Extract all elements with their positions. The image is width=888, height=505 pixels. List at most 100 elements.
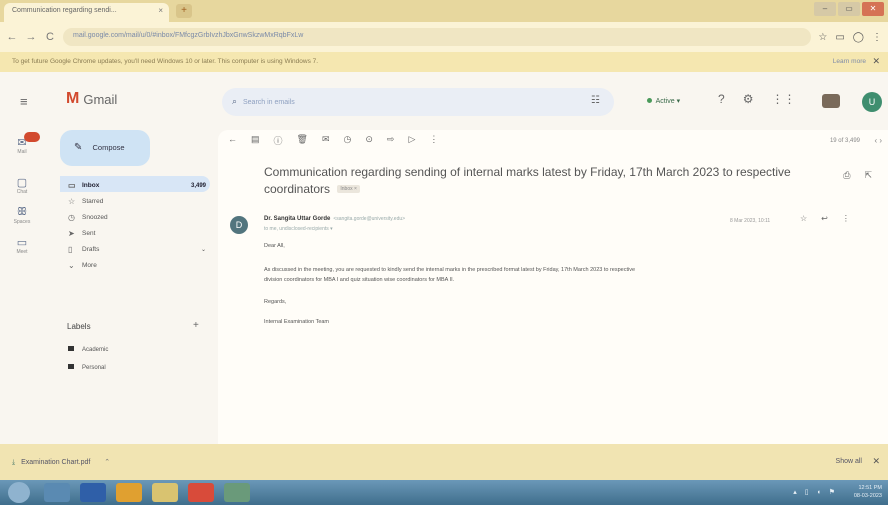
spaces-icon: ꕥ — [16, 206, 28, 218]
search-icon[interactable]: ⌕ — [232, 96, 237, 106]
profile-icon[interactable]: ◯ — [853, 32, 864, 43]
email-regards: Regards, — [264, 299, 287, 305]
forward-button[interactable]: → — [25, 31, 37, 43]
search-options-icon[interactable]: ☷ — [591, 95, 600, 106]
chevron-down-icon: ⌄ — [68, 261, 75, 270]
move-to-icon[interactable]: ⇨ — [387, 134, 395, 147]
sidepanel-icon[interactable]: ▭ — [835, 32, 844, 43]
sender-line: Dr. Sangita Uttar Gorde <sangita.gorde@un… — [264, 216, 405, 222]
archive-icon[interactable]: ▤ — [251, 134, 260, 147]
organization-logo[interactable] — [822, 94, 840, 108]
open-new-window-icon[interactable]: ⇱ — [864, 170, 872, 181]
pagination-count: 19 of 3,499 — [829, 138, 860, 144]
rail-label: Mail — [17, 149, 27, 155]
main-menu-icon[interactable]: ≡ — [20, 94, 28, 109]
email-greeting: Dear All, — [264, 243, 285, 249]
print-icon[interactable]: ⎙ — [843, 170, 850, 181]
apps-grid-icon[interactable]: ⋮⋮ — [771, 92, 795, 106]
sender-name[interactable]: Dr. Sangita Uttar Gorde — [264, 216, 330, 222]
minimize-button[interactable]: – — [814, 2, 836, 16]
taskbar-photos-icon[interactable] — [224, 483, 250, 502]
rail-spaces[interactable]: ꕥ Spaces — [0, 206, 44, 225]
more-options-icon[interactable]: ⋮ — [429, 134, 438, 147]
show-all-button[interactable]: Show all — [836, 458, 862, 465]
message-toolbar: ← ▤ ⓘ 🗑 ✉ ◷ ⊙ ⇨ ▷ ⋮ — [228, 134, 438, 147]
start-button[interactable] — [8, 482, 30, 503]
url-field[interactable]: mail.google.com/mail/u/0/#inbox/FMfcgzGr… — [63, 28, 812, 46]
delete-icon[interactable]: 🗑 — [297, 134, 308, 147]
back-to-inbox-icon[interactable]: ← — [228, 134, 237, 147]
sender-avatar[interactable]: D — [230, 216, 248, 234]
label-tag-icon — [68, 346, 74, 351]
new-tab-button[interactable]: + — [176, 4, 192, 18]
status-selector[interactable]: Active ▾ — [640, 94, 687, 108]
compose-button[interactable]: ✎ Compose — [60, 130, 150, 166]
chat-icon: ▢ — [16, 177, 28, 189]
compose-label: Compose — [92, 143, 125, 152]
email-subject: Communication regarding sending of inter… — [264, 164, 824, 198]
nav-inbox[interactable]: ▭ Inbox 3,499 — [60, 176, 210, 192]
add-label-icon[interactable]: + — [193, 320, 199, 331]
reply-icon[interactable]: ↩ — [821, 214, 828, 223]
settings-gear-icon[interactable]: ⚙ — [743, 92, 754, 106]
taskbar-windows-explorer-icon[interactable] — [44, 483, 70, 502]
nav-label: More — [82, 262, 97, 269]
email-body-line2: division coordinators for MBA I and quiz… — [264, 277, 455, 283]
tab-title: Communication regarding sendi... — [12, 7, 117, 14]
report-spam-icon[interactable]: ⓘ — [274, 134, 283, 147]
nav-snoozed[interactable]: ◷ Snoozed — [60, 208, 210, 224]
mark-unread-icon[interactable]: ✉ — [322, 134, 330, 147]
rail-label: Meet — [16, 249, 28, 255]
taskbar-word-icon[interactable] — [80, 483, 106, 502]
rail-chat[interactable]: ▢ Chat — [0, 176, 44, 195]
taskbar-chrome-icon[interactable] — [188, 483, 214, 502]
status-label: Active — [655, 98, 675, 105]
gmail-m-icon: M — [66, 90, 80, 107]
account-avatar[interactable]: U — [862, 92, 882, 112]
pagination-arrows-icon[interactable]: ‹ › — [874, 136, 882, 145]
more-vert-icon[interactable]: ⋮ — [842, 214, 850, 223]
add-task-icon[interactable]: ⊙ — [365, 134, 373, 147]
rail-meet[interactable]: ▭ Meet — [0, 236, 44, 255]
learn-more-link[interactable]: Learn more — [833, 58, 866, 65]
nav-label: Sent — [82, 230, 96, 237]
bookmark-star-icon[interactable]: ☆ — [818, 32, 827, 43]
update-infobar: To get future Google Chrome updates, you… — [0, 52, 888, 72]
nav-sent[interactable]: ➤ Sent — [60, 224, 210, 240]
label-personal[interactable]: Personal — [68, 364, 106, 371]
help-icon[interactable]: ? — [718, 92, 725, 106]
nav-starred[interactable]: ☆ Starred — [60, 192, 210, 208]
gmail-logo[interactable]: M Gmail — [66, 90, 117, 108]
inbox-label-chip[interactable]: Inbox × — [337, 185, 360, 194]
download-item[interactable]: ⤓ Examination Chart.pdf ⌃ — [12, 458, 110, 467]
star-icon[interactable]: ☆ — [800, 214, 807, 223]
tab-close-icon[interactable]: × — [158, 6, 163, 15]
infobar-close-icon[interactable]: ✕ — [872, 56, 880, 67]
close-window-button[interactable]: ✕ — [862, 2, 884, 16]
system-tray-icons[interactable]: ▴ ▯ ◖ ⚑ — [793, 488, 838, 496]
download-bar-close-icon[interactable]: ✕ — [872, 456, 880, 467]
send-icon: ➤ — [68, 229, 75, 238]
nav-drafts[interactable]: ▯ Drafts ⌄ — [60, 240, 210, 256]
nav-label: Inbox — [82, 182, 100, 189]
rail-label: Chat — [16, 189, 28, 195]
maximize-button[interactable]: ▭ — [838, 2, 860, 16]
nav-more[interactable]: ⌄ More — [60, 256, 210, 272]
recipients-toggle[interactable]: to me, undisclosed-recipients ▾ — [264, 226, 333, 232]
back-button[interactable]: ← — [6, 31, 18, 43]
reload-button[interactable]: C — [44, 31, 56, 43]
chevron-up-icon[interactable]: ⌃ — [104, 459, 110, 466]
label-icon[interactable]: ▷ — [408, 134, 415, 147]
browser-tab[interactable]: Communication regarding sendi... × — [4, 3, 169, 22]
browser-menu-icon[interactable]: ⋮ — [872, 32, 882, 43]
taskbar-media-icon[interactable] — [116, 483, 142, 502]
label-academic[interactable]: Academic — [68, 346, 108, 353]
status-dot-icon — [647, 98, 652, 103]
search-input[interactable]: ⌕ Search in emails ☷ — [222, 88, 614, 116]
system-clock[interactable]: 12:51 PM 08-03-2023 — [854, 484, 882, 500]
rail-mail[interactable]: ✉ Mail — [0, 132, 44, 155]
subject-actions: ⎙ ⇱ — [843, 170, 872, 181]
snooze-icon[interactable]: ◷ — [344, 134, 352, 147]
taskbar-folder-icon[interactable] — [152, 483, 178, 502]
unread-badge — [24, 132, 40, 142]
